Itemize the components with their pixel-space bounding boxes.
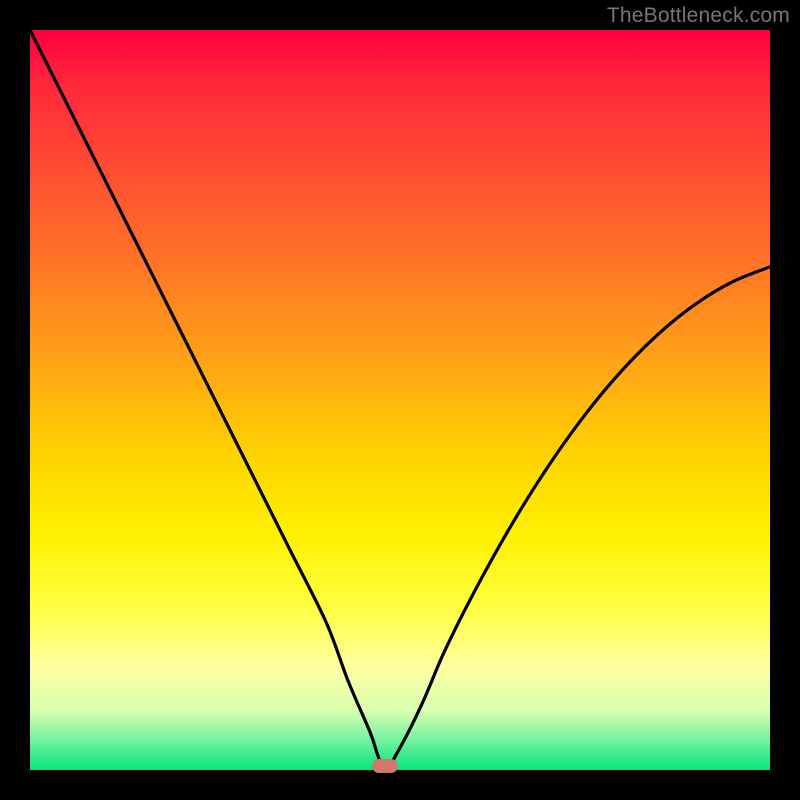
chart-stage: TheBottleneck.com: [0, 0, 800, 800]
watermark-text: TheBottleneck.com: [607, 4, 790, 28]
plot-area: [30, 30, 770, 770]
bottleneck-curve: [30, 30, 770, 770]
curve-path: [30, 30, 770, 770]
minimum-marker: [372, 759, 398, 773]
